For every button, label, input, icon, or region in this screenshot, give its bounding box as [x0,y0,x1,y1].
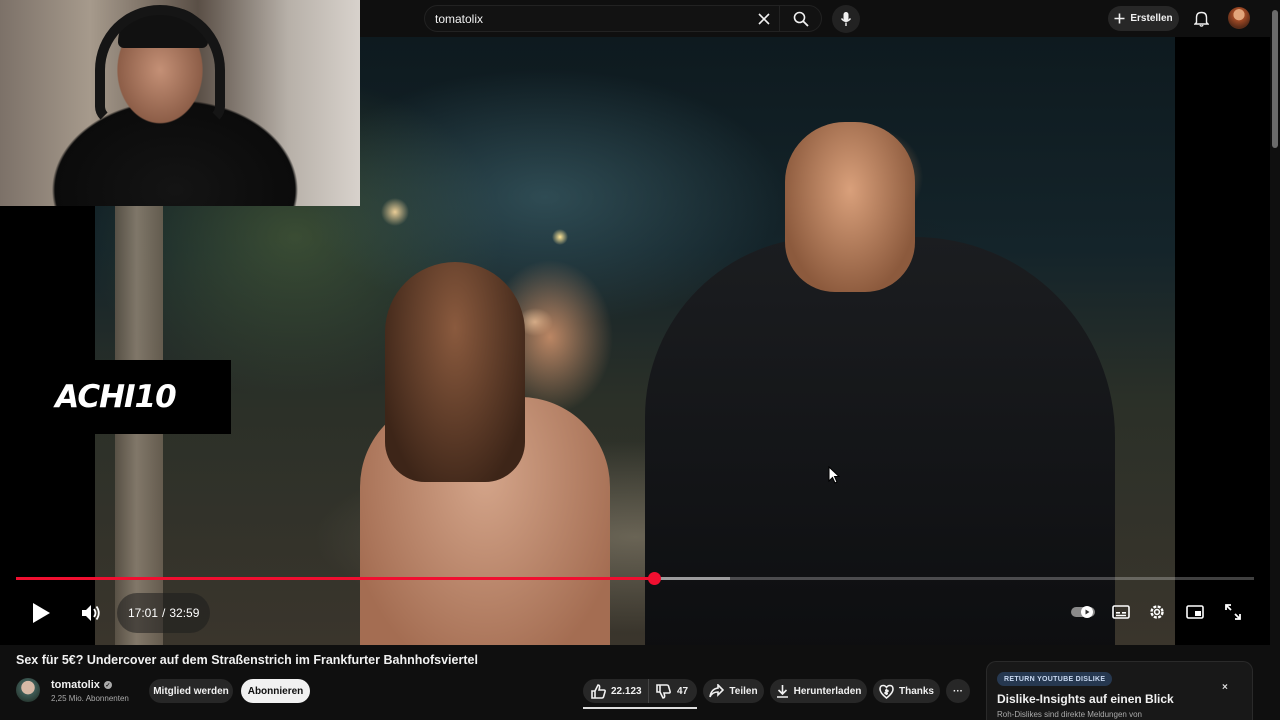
download-label: Herunterladen [793,685,862,697]
thanks-button[interactable]: Thanks [873,679,940,703]
search-bar[interactable] [424,5,822,32]
like-count: 22.123 [611,685,642,697]
video-scene-man [645,237,1115,645]
create-button[interactable]: Erstellen [1108,6,1179,31]
return-dislike-badge: RETURN YOUTUBE DISLIKE [997,672,1113,686]
channel-name[interactable]: tomatolix [51,679,100,691]
progress-played [16,577,655,580]
plus-icon [1114,13,1125,24]
like-button[interactable]: 22.123 [583,679,649,703]
volume-button[interactable] [74,594,108,632]
webcam-headset [95,5,225,125]
captions-icon [1112,605,1130,619]
channel-logo-overlay: ACHI10 [0,360,231,434]
create-label: Erstellen [1130,13,1173,24]
join-button[interactable]: Mitglied werden [149,679,233,703]
miniplayer-icon [1186,605,1204,619]
thanks-icon [879,684,894,699]
settings-button[interactable] [1142,597,1172,627]
current-time: 17:01 [128,606,159,620]
dislike-panel-text: Roh-Dislikes sind direkte Meldungen von [997,710,1142,719]
thumbs-up-icon [591,683,606,699]
progress-bar[interactable] [16,572,1254,585]
video-scene-man-head [785,122,915,292]
video-title: Sex für 5€? Undercover auf dem Straßenst… [16,653,478,667]
dislike-panel-title: Dislike-Insights auf einen Blick [997,692,1174,706]
thumbs-down-icon [656,683,671,699]
like-dislike-group: 22.123 47 [583,679,697,703]
volume-icon [82,605,100,621]
share-button[interactable]: Teilen [703,679,764,703]
search-button[interactable] [779,5,821,32]
fullscreen-icon [1225,604,1241,620]
dislike-button[interactable]: 47 [649,679,688,703]
time-display: 17:01 / 32:59 [117,593,211,633]
play-button[interactable] [22,594,60,632]
mic-icon [840,12,852,26]
search-input[interactable] [425,6,749,31]
search-icon [793,11,809,27]
streamer-webcam [0,0,360,206]
clear-search-button[interactable] [749,6,779,32]
close-icon [758,12,770,25]
share-label: Teilen [729,685,758,697]
video-scene-woman-hair [385,262,525,482]
duration: 32:59 [169,606,200,620]
download-icon [776,685,788,698]
cursor-icon [828,466,840,484]
play-icon [33,603,50,623]
autoplay-toggle[interactable] [1068,600,1098,624]
more-icon: ··· [953,685,963,697]
captions-button[interactable] [1106,597,1136,627]
share-icon [709,684,725,698]
voice-search-button[interactable] [832,5,860,33]
more-actions-button[interactable]: ··· [946,679,970,703]
subscriber-count: 2,25 Mio. Abonnenten [51,694,129,703]
close-panel-button[interactable]: × [1222,682,1228,693]
autoplay-toggle-icon [1071,606,1095,618]
thanks-label: Thanks [898,685,934,697]
bell-icon [1193,11,1209,27]
fullscreen-button[interactable] [1218,597,1248,627]
miniplayer-button[interactable] [1180,597,1210,627]
subscribe-button[interactable]: Abonnieren [241,679,310,703]
dislike-insights-panel: RETURN YOUTUBE DISLIKE × Dislike-Insight… [986,661,1253,720]
channel-name-row[interactable]: tomatolix ✓ [51,679,112,691]
notifications-button[interactable] [1190,7,1212,29]
channel-logo-text: ACHI10 [55,379,176,415]
time-separator: / [162,606,166,620]
account-avatar[interactable] [1228,7,1250,29]
verified-icon: ✓ [103,681,112,689]
settings-icon [1150,605,1164,619]
dislike-count: 47 [677,685,689,697]
page-scrollbar[interactable] [1270,0,1280,720]
download-button[interactable]: Herunterladen [770,679,867,703]
like-ratio-bar [583,707,697,709]
scrollbar-thumb[interactable] [1272,10,1278,148]
channel-avatar[interactable] [16,678,40,702]
